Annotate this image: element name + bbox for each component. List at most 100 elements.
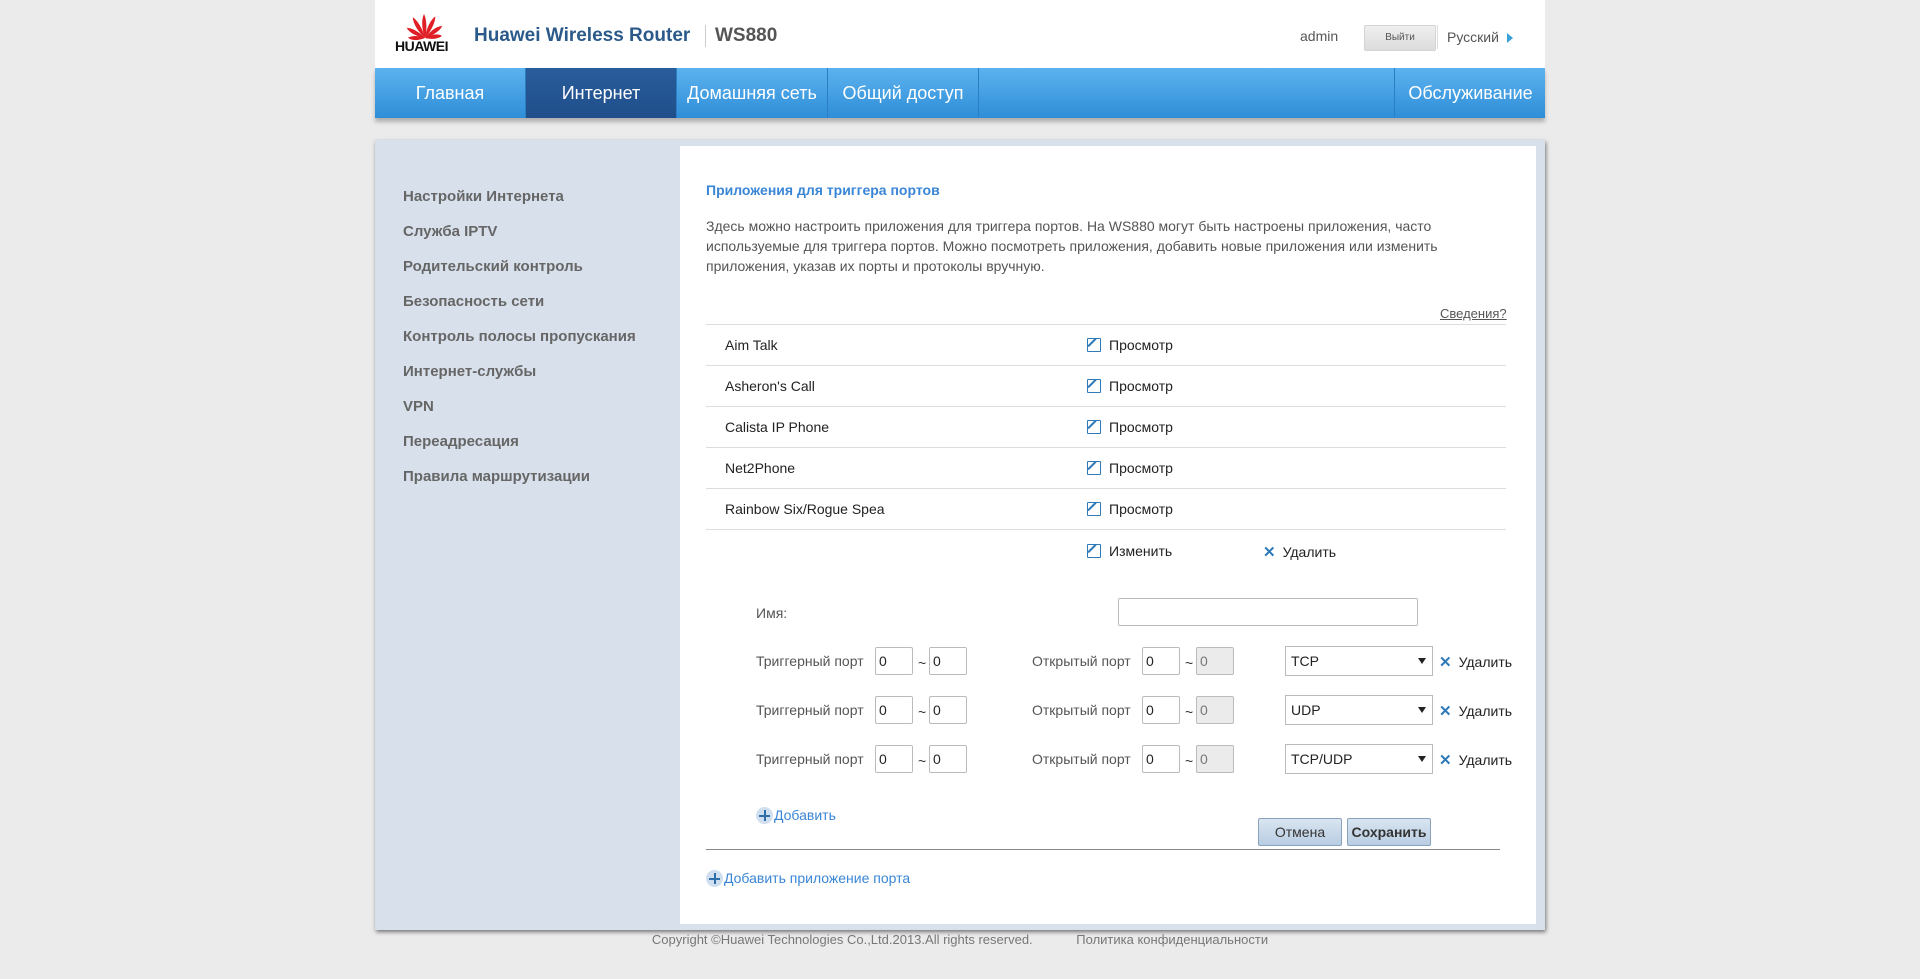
title-divider — [705, 25, 706, 47]
edit-icon — [1087, 461, 1101, 475]
trigger-port-label: Триггерный порт — [756, 751, 864, 767]
protocol-value: TCP — [1291, 653, 1319, 669]
save-button[interactable]: Сохранить — [1347, 818, 1431, 846]
open-port-to-input — [1196, 696, 1234, 724]
trigger-port-to-input[interactable] — [929, 647, 967, 675]
trigger-port-to-input[interactable] — [929, 696, 967, 724]
protocol-value: TCP/UDP — [1291, 751, 1353, 767]
app-name: Rainbow Six/Rogue Spea — [725, 501, 885, 517]
nav-tab-sharing[interactable]: Общий доступ — [828, 68, 979, 118]
view-button[interactable]: Просмотр — [1087, 501, 1173, 517]
page-wrapper: HUAWEI Huawei Wireless Router WS880 admi… — [375, 0, 1545, 947]
content-area: Приложения для триггера портов Здесь мож… — [680, 146, 1536, 924]
view-button[interactable]: Просмотр — [1087, 460, 1173, 476]
protocol-select[interactable]: TCP — [1285, 646, 1433, 676]
range-separator: ~ — [1185, 753, 1194, 769]
trigger-port-from-input[interactable] — [875, 696, 913, 724]
view-button[interactable]: Просмотр — [1087, 378, 1173, 394]
privacy-link[interactable]: Политика конфиденциальности — [1076, 932, 1268, 947]
copyright-text: Copyright ©Huawei Technologies Co.,Ltd.2… — [651, 932, 1033, 947]
table-row: Asheron's Call Просмотр — [706, 366, 1506, 407]
view-label: Просмотр — [1109, 419, 1173, 435]
open-port-from-input[interactable] — [1142, 696, 1180, 724]
nav-tab-internet[interactable]: Интернет — [526, 68, 677, 118]
details-link[interactable]: Сведения? — [1440, 306, 1507, 321]
app-name: Asheron's Call — [725, 378, 815, 394]
open-port-from-input[interactable] — [1142, 745, 1180, 773]
range-separator: ~ — [918, 753, 927, 769]
add-port-app-button[interactable]: Добавить приложение порта — [706, 870, 910, 887]
trigger-port-from-input[interactable] — [875, 647, 913, 675]
app-name: Net2Phone — [725, 460, 796, 476]
language-label: Русский — [1447, 29, 1499, 45]
delete-label: Удалить — [1458, 752, 1513, 768]
delete-label: Удалить — [1282, 544, 1337, 560]
view-button[interactable]: Просмотр — [1087, 419, 1173, 435]
main-nav: Главная Интернет Домашняя сеть Общий дос… — [375, 68, 1545, 118]
plus-icon — [706, 870, 723, 887]
sidebar-item-network-security[interactable]: Безопасность сети — [403, 293, 636, 328]
plus-icon — [756, 807, 773, 824]
delete-port-row-button[interactable]: ✕ Удалить — [1439, 751, 1512, 769]
edit-app-button[interactable]: Изменить — [1087, 543, 1172, 559]
app-name: Aim Talk — [725, 337, 778, 353]
add-label: Добавить — [774, 807, 836, 823]
add-app-label: Добавить приложение порта — [724, 870, 911, 886]
username: admin — [1300, 28, 1339, 44]
edit-icon — [1087, 338, 1101, 352]
delete-label: Удалить — [1458, 654, 1513, 670]
logout-button[interactable]: Выйти — [1364, 25, 1436, 51]
delete-port-row-button[interactable]: ✕ Удалить — [1439, 653, 1512, 671]
model-name: WS880 — [715, 25, 778, 46]
close-icon: ✕ — [1439, 752, 1452, 769]
chevron-down-icon — [1418, 707, 1426, 713]
range-separator: ~ — [918, 655, 927, 671]
protocol-select[interactable]: TCP/UDP — [1285, 744, 1433, 774]
table-row: Calista IP Phone Просмотр — [706, 407, 1506, 448]
sidebar-item-bandwidth-control[interactable]: Контроль полосы пропускания — [403, 328, 636, 363]
main-panel: Настройки Интернета Служба IPTV Родитель… — [375, 140, 1545, 930]
app-name: Calista IP Phone — [725, 419, 830, 435]
view-label: Просмотр — [1109, 460, 1173, 476]
view-label: Просмотр — [1109, 378, 1173, 394]
sidebar-item-iptv[interactable]: Служба IPTV — [403, 223, 636, 258]
protocol-select[interactable]: UDP — [1285, 695, 1433, 725]
nav-tab-home[interactable]: Главная — [375, 68, 526, 118]
apps-table: Aim Talk Просмотр Asheron's Call Просмот… — [706, 324, 1506, 530]
edit-label: Изменить — [1109, 543, 1173, 559]
table-row: Rainbow Six/Rogue Spea Просмотр — [706, 489, 1506, 530]
nav-tab-home-network[interactable]: Домашняя сеть — [677, 68, 828, 118]
triangle-right-icon — [1506, 33, 1513, 44]
delete-app-button[interactable]: ✕ Удалить — [1263, 543, 1336, 561]
name-input[interactable] — [1118, 598, 1418, 626]
view-label: Просмотр — [1109, 501, 1173, 517]
sidebar-item-vpn[interactable]: VPN — [403, 398, 636, 433]
cancel-button[interactable]: Отмена — [1258, 818, 1342, 846]
add-port-row-button[interactable]: Добавить — [756, 807, 836, 824]
open-port-label: Открытый порт — [1032, 751, 1131, 767]
trigger-port-label: Триггерный порт — [756, 702, 864, 718]
table-row: Net2Phone Просмотр — [706, 448, 1506, 489]
open-port-from-input[interactable] — [1142, 647, 1180, 675]
sidebar-item-routing-rules[interactable]: Правила маршрутизации — [403, 468, 636, 503]
delete-label: Удалить — [1458, 703, 1513, 719]
trigger-port-label: Триггерный порт — [756, 653, 864, 669]
trigger-port-from-input[interactable] — [875, 745, 913, 773]
sidebar-item-parental-control[interactable]: Родительский контроль — [403, 258, 636, 293]
chevron-down-icon — [1418, 658, 1426, 664]
language-selector[interactable]: Русский — [1447, 29, 1513, 45]
sidebar-item-internet-settings[interactable]: Настройки Интернета — [403, 188, 636, 223]
sidebar-item-internet-services[interactable]: Интернет-службы — [403, 363, 636, 398]
delete-port-row-button[interactable]: ✕ Удалить — [1439, 702, 1512, 720]
language-divider — [1437, 25, 1438, 49]
open-port-label: Открытый порт — [1032, 653, 1131, 669]
trigger-port-to-input[interactable] — [929, 745, 967, 773]
sidebar-item-forwarding[interactable]: Переадресация — [403, 433, 636, 468]
logo-text: HUAWEI — [395, 38, 449, 54]
nav-tab-maintenance[interactable]: Обслуживание — [1394, 68, 1546, 118]
page-description: Здесь можно настроить приложения для три… — [706, 218, 1438, 274]
view-button[interactable]: Просмотр — [1087, 337, 1173, 353]
range-separator: ~ — [1185, 655, 1194, 671]
close-icon: ✕ — [1439, 654, 1452, 671]
table-row: Aim Talk Просмотр — [706, 325, 1506, 366]
